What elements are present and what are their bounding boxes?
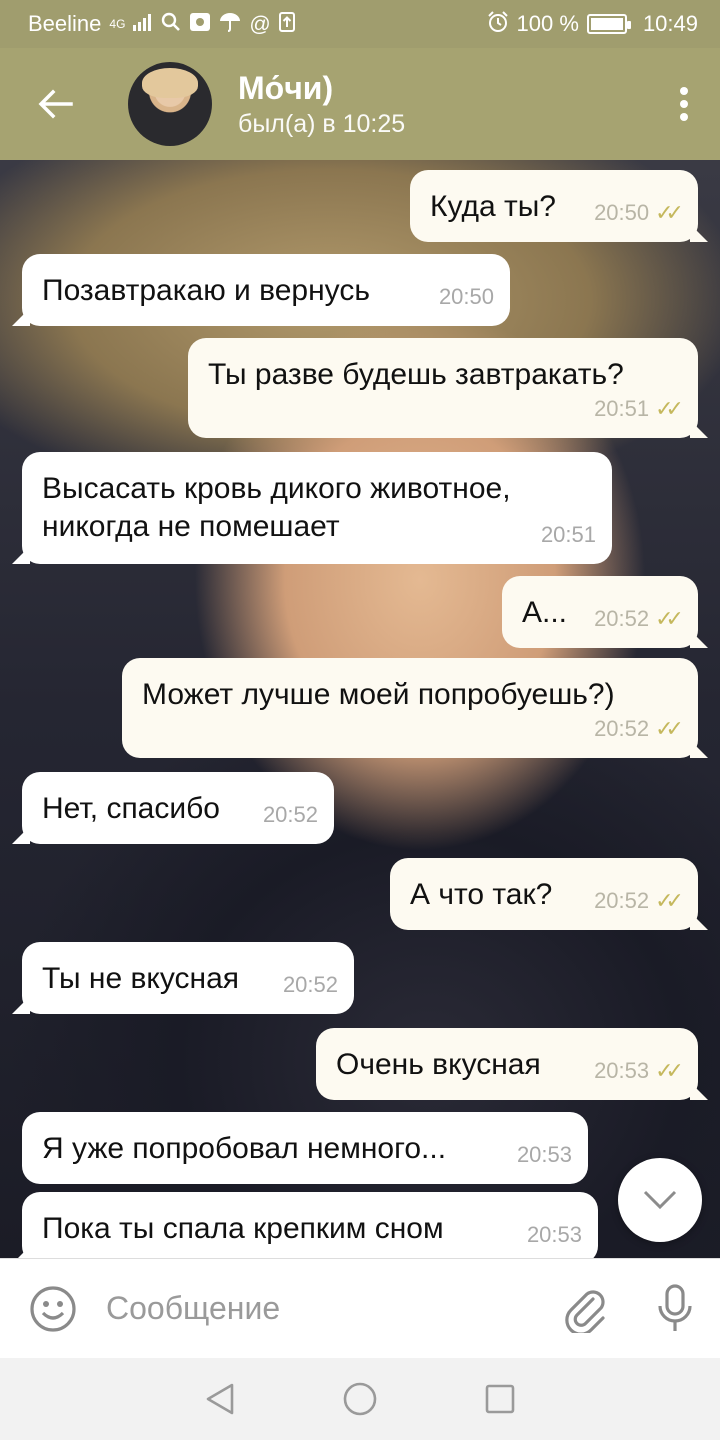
more-vertical-icon — [680, 87, 688, 121]
message-time: 20:52 — [594, 888, 650, 913]
message-bubble-in[interactable]: Высасать кровь дикого животное, никогда … — [12, 452, 612, 564]
message-meta: 20:52 — [263, 796, 318, 834]
umbrella-icon — [219, 12, 241, 36]
message-time: 20:50 — [594, 200, 650, 225]
message-bubble-in[interactable]: Пока ты спала крепким сном 20:53 — [12, 1192, 598, 1258]
status-right: 100 % 10:49 — [487, 11, 698, 37]
message-bubble-out[interactable]: Куда ты? 20:50 ✓✓ — [410, 170, 708, 242]
status-left: Beeline 4G @ — [28, 11, 295, 37]
chat-header: Мо́чи) был(а) в 10:25 — [0, 48, 720, 160]
message-text-line1: Высасать кровь дикого животное, — [42, 472, 511, 505]
message-bubble-out[interactable]: А... 20:52 ✓✓ — [502, 576, 708, 648]
at-icon: @ — [249, 12, 271, 36]
carrier-label: Beeline — [28, 11, 102, 36]
message-bubble-out[interactable]: Может лучше моей попробуешь?) 20:52 ✓✓ — [122, 658, 708, 758]
message-meta: 20:53 — [517, 1136, 572, 1174]
message-time: 20:52 — [282, 972, 338, 997]
message-bubble-in[interactable]: Ты не вкусная 20:52 — [12, 942, 354, 1014]
emoji-button[interactable] — [0, 1259, 106, 1359]
message-time: 20:51 — [594, 396, 650, 421]
message-meta: 20:50 ✓✓ — [594, 194, 684, 232]
signal-icon — [133, 13, 153, 35]
nav-home-button[interactable] — [330, 1369, 390, 1429]
message-meta: 20:52 ✓✓ — [594, 882, 684, 920]
alarm-icon — [487, 11, 509, 37]
message-time: 20:52 — [262, 802, 318, 827]
network-type: 4G — [109, 17, 126, 31]
message-time: 20:53 — [516, 1142, 572, 1167]
message-bubble-in[interactable]: Позавтракаю и вернусь 20:50 — [12, 254, 510, 326]
message-meta: 20:53 ✓✓ — [594, 1052, 684, 1090]
voice-message-button[interactable] — [630, 1259, 720, 1359]
message-meta: 20:53 — [527, 1216, 582, 1254]
battery-icon — [586, 14, 631, 34]
message-bubble-out[interactable]: Ты разве будешь завтракать? 20:51 ✓✓ — [188, 338, 708, 438]
circle-home-icon — [343, 1382, 377, 1416]
double-check-icon: ✓✓ — [655, 606, 684, 631]
gallery-icon — [189, 12, 211, 36]
triangle-back-icon — [206, 1383, 234, 1415]
message-meta: 20:51 — [541, 516, 596, 554]
clock: 10:49 — [642, 11, 698, 36]
message-text: Я уже попробовал немного... — [42, 1132, 447, 1165]
message-time: 20:53 — [594, 1058, 650, 1083]
last-seen-status: был(а) в 10:25 — [238, 109, 406, 138]
battery-percent: 100 % — [516, 11, 579, 36]
message-input[interactable] — [106, 1278, 540, 1339]
upload-icon — [278, 12, 295, 36]
message-meta: 20:51 ✓✓ — [594, 390, 684, 428]
message-text-line2: никогда не помешает — [42, 510, 340, 543]
double-check-icon: ✓✓ — [655, 888, 684, 913]
avatar[interactable] — [128, 62, 212, 146]
contact-info[interactable]: Мо́чи) был(а) в 10:25 — [238, 69, 654, 138]
message-time: 20:53 — [526, 1222, 582, 1247]
message-bubble-in[interactable]: Нет, спасибо 20:52 — [12, 772, 334, 844]
double-check-icon: ✓✓ — [655, 396, 684, 421]
scroll-to-bottom-button[interactable] — [618, 1158, 702, 1242]
back-button[interactable] — [0, 48, 110, 160]
nav-recents-button[interactable] — [470, 1369, 530, 1429]
search-icon — [161, 12, 181, 36]
system-navigation-bar — [0, 1358, 720, 1440]
double-check-icon: ✓✓ — [655, 200, 684, 225]
chat-area[interactable]: Куда ты? 20:50 ✓✓ Позавтракаю и вернусь … — [0, 160, 720, 1258]
message-meta: 20:52 ✓✓ — [594, 710, 684, 748]
double-check-icon: ✓✓ — [655, 1058, 684, 1083]
message-text: Может лучше моей попробуешь?) — [142, 678, 615, 711]
paperclip-icon — [565, 1289, 605, 1333]
message-time: 20:51 — [540, 522, 596, 547]
message-text: Позавтракаю и вернусь — [42, 274, 370, 307]
message-text: Ты разве будешь завтракать? — [208, 358, 624, 391]
message-bubble-out[interactable]: А что так? 20:52 ✓✓ — [390, 858, 708, 930]
message-text: Пока ты спала крепким сном — [42, 1212, 444, 1245]
contact-name: Мо́чи) — [238, 70, 334, 107]
square-recents-icon — [485, 1384, 515, 1414]
message-bubble-in[interactable]: Я уже попробовал немного... 20:53 — [22, 1112, 588, 1184]
arrow-left-icon — [38, 89, 73, 119]
message-time: 20:52 — [594, 606, 650, 631]
status-bar: Beeline 4G @ 100 % 10:49 — [0, 0, 720, 48]
chevron-down-icon — [643, 1190, 677, 1210]
message-bubble-out[interactable]: Очень вкусная 20:53 ✓✓ — [316, 1028, 708, 1100]
message-input-bar — [0, 1258, 720, 1358]
microphone-icon — [658, 1283, 692, 1331]
attach-button[interactable] — [540, 1259, 630, 1359]
message-time: 20:52 — [594, 716, 650, 741]
message-meta: 20:52 — [283, 966, 338, 1004]
message-time: 20:50 — [438, 284, 494, 309]
message-meta: 20:50 — [439, 278, 494, 316]
message-meta: 20:52 ✓✓ — [594, 600, 684, 638]
nav-back-button[interactable] — [190, 1369, 250, 1429]
more-options-button[interactable] — [654, 48, 714, 160]
smiley-icon — [30, 1285, 76, 1332]
double-check-icon: ✓✓ — [655, 716, 684, 741]
